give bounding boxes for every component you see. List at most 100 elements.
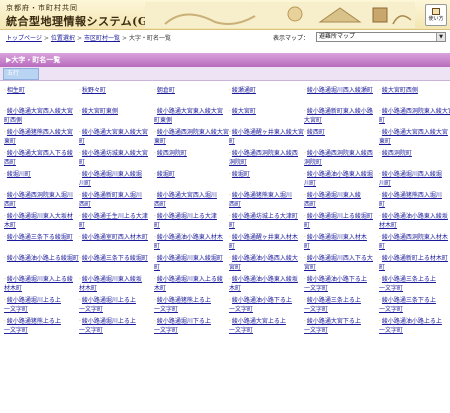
town-link[interactable]: ·朝倉町 bbox=[154, 86, 229, 95]
town-link[interactable]: ·綾西洞院町 bbox=[379, 149, 450, 158]
town-link[interactable]: ·綾小路通坊城東入綾大宮町 bbox=[79, 149, 154, 167]
town-link[interactable]: ·綾小路通大宮東入綾大宮町 bbox=[79, 128, 154, 146]
town-link[interactable]: ·相生町 bbox=[4, 86, 79, 95]
town-link[interactable]: ·綾小路通三条下る綾堀町 bbox=[4, 233, 79, 242]
town-link[interactable]: ·綾小路通堀川東入綾堀 川町 bbox=[79, 170, 154, 188]
bullet-icon: · bbox=[154, 276, 156, 283]
town-link[interactable]: ·綾大宮町 bbox=[229, 107, 304, 116]
town-name: 町 bbox=[154, 264, 161, 271]
town-link[interactable]: ·綾小路通大宮西入綾大宮 東町 bbox=[379, 128, 450, 146]
breadcrumb-municipality-list[interactable]: 市区町村一覧 bbox=[84, 35, 120, 42]
town-link[interactable]: ·綾小路通油小路上る上 一文字町 bbox=[379, 317, 450, 335]
town-link[interactable]: ·綾小路通堀川東入上る綾 材木町 bbox=[4, 275, 79, 293]
town-link[interactable]: ·綾西町 bbox=[304, 128, 379, 137]
town-link[interactable]: ·綾小路通大宮西入綾大宮 町西側 bbox=[4, 107, 79, 125]
town-link[interactable]: ·綾小路通西洞院東入綾大宮 東町 bbox=[154, 128, 229, 146]
town-link[interactable]: ·綾小路通醒ヶ井東入綾大宮町 bbox=[229, 128, 304, 146]
town-name: 一文字町 bbox=[229, 306, 254, 313]
town-name: 材木町 bbox=[4, 285, 23, 292]
chevron-down-icon[interactable]: ▼ bbox=[436, 33, 445, 41]
town-link[interactable]: ·綾小路通油小路東入材木町 bbox=[154, 233, 229, 251]
town-link[interactable]: ·綾堀町 bbox=[154, 170, 229, 179]
town-name: 木町 bbox=[4, 222, 17, 229]
town-link[interactable]: ·綾小路通新町上る材木町町 bbox=[379, 254, 450, 272]
town-link[interactable]: ·綾小路通油小路東入綾坂 材木町 bbox=[379, 212, 450, 230]
town-link[interactable]: ·綾小路通西洞院東入綾西 洞院町 bbox=[304, 149, 379, 167]
town-link[interactable]: ·綾小路通堀川東入大坂材 木町 bbox=[4, 212, 79, 230]
town-link[interactable]: ·綾小路通猪熊東入堀川 西町 bbox=[229, 191, 304, 209]
town-link[interactable]: ·綾小路通三条上る上 一文字町 bbox=[304, 296, 379, 314]
town-link[interactable]: ·綾小路通堀川西入綾瀬町 bbox=[304, 86, 379, 95]
help-button[interactable]: 使い方 bbox=[425, 4, 447, 26]
bullet-icon: · bbox=[4, 129, 6, 136]
bullet-icon: · bbox=[79, 318, 81, 325]
town-link[interactable]: ·綾小路通西洞院東入綾大宮町 bbox=[379, 107, 450, 125]
town-name: 綾小路通油小路下る上 bbox=[231, 297, 292, 304]
town-link[interactable]: ·綾小路通新町東入堀川 西町 bbox=[79, 191, 154, 209]
town-link[interactable]: ·綾大宮町東側 bbox=[79, 107, 154, 116]
town-link[interactable]: ·綾小路通堀川東入綾坂 材木町 bbox=[79, 275, 154, 293]
town-link[interactable]: ·綾小路通油小路東入綾堀 川町 bbox=[304, 170, 379, 188]
town-link[interactable]: ·綾小路通堀川西入下る大 宮町 bbox=[304, 254, 379, 272]
town-link[interactable]: ·綾小路通堀川東入材木町 bbox=[304, 233, 379, 251]
town-name: 綾小路通坊城東入綾大宮 bbox=[81, 150, 148, 157]
bullet-icon: · bbox=[229, 276, 231, 283]
town-link[interactable]: ·綾小路通三条下る綾堀町 bbox=[79, 254, 154, 263]
town-link[interactable]: ·綾小路通三条下る上 一文字町 bbox=[379, 296, 450, 314]
town-link[interactable]: ·綾小路通油小路下る上 一文字町 bbox=[304, 275, 379, 293]
town-link[interactable]: ·綾堀川町 bbox=[4, 170, 79, 179]
town-name: 材木町 bbox=[379, 222, 398, 229]
town-link[interactable]: ·綾小路通堀川下る上 一文字町 bbox=[154, 317, 229, 335]
town-link[interactable]: ·綾小路通壬生川上る大津町 bbox=[79, 212, 154, 230]
town-link[interactable]: ·綾小路通堀川西入綾堀 川町 bbox=[379, 170, 450, 188]
tab-active[interactable]: 五行 bbox=[3, 68, 39, 80]
town-link[interactable]: ·綾小路通堀川東入綾 西町 bbox=[304, 191, 379, 209]
town-name: 綾小路通壬生川上る大津 bbox=[81, 213, 148, 220]
town-link[interactable]: ·綾小路通猪熊西入堀川町 bbox=[379, 191, 450, 209]
town-link[interactable]: ·綾小路通堀川上る綾堀町町 bbox=[304, 212, 379, 230]
town-link[interactable]: ·綾小路通堀川上る上 一文字町 bbox=[79, 296, 154, 314]
town-link[interactable]: ·綾小路通猪熊上る上 一文字町 bbox=[4, 317, 79, 335]
town-link[interactable]: ·綾小路通新町東入綾小路 大宮町 bbox=[304, 107, 379, 125]
town-link[interactable]: ·綾堀町 bbox=[229, 170, 304, 179]
town-link[interactable]: ·綾小路通西洞院東入綾西 洞院町 bbox=[229, 149, 304, 167]
town-link[interactable]: ·綾小路通大宮上る上 一文字町 bbox=[229, 317, 304, 335]
town-name: 川町 bbox=[79, 180, 92, 187]
bullet-icon: · bbox=[154, 255, 156, 262]
town-link[interactable]: ·綾瀬通町 bbox=[229, 86, 304, 95]
town-link[interactable]: ·綾小路通油小路西入綾大 宮町 bbox=[229, 254, 304, 272]
town-link[interactable]: ·綾小路通大宮下る上 一文字町 bbox=[304, 317, 379, 335]
town-name: 一文字町 bbox=[304, 306, 329, 313]
breadcrumb-top[interactable]: トップページ bbox=[6, 35, 42, 42]
town-link[interactable]: ·綾小路通猪熊上る上 一文字町 bbox=[154, 296, 229, 314]
town-link[interactable]: ·綾小路通大宮東入綾大宮 町東側 bbox=[154, 107, 229, 125]
town-name: 綾小路通西洞院東入材木 bbox=[381, 234, 448, 241]
town-link[interactable]: ·綾小路通室町西入材木町 bbox=[79, 233, 154, 242]
town-link[interactable]: ·綾小路通醒ヶ井東入材木町 bbox=[229, 233, 304, 251]
town-link[interactable]: ·綾小路通堀川上る大津町 bbox=[154, 212, 229, 230]
bullet-icon: · bbox=[79, 255, 81, 262]
town-name: 綾小路通西洞院東入綾大宮 bbox=[156, 129, 229, 136]
breadcrumb-location[interactable]: 位置選択 bbox=[51, 35, 75, 42]
town-link[interactable]: ·綾小路通堀川上る上 一文字町 bbox=[79, 317, 154, 335]
town-link[interactable]: ·綾小路通大宮西入堀川 西町 bbox=[154, 191, 229, 209]
town-name: 町 bbox=[79, 159, 86, 166]
town-link[interactable]: ·綾小路通坊城上る大津町町 bbox=[229, 212, 304, 230]
town-link[interactable]: ·綾大宮町西側 bbox=[379, 86, 450, 95]
town-link[interactable]: ·綾小路通大宮西入下る綾 西町 bbox=[4, 149, 79, 167]
town-link[interactable]: ·綾小路通三条上る上 一文字町 bbox=[379, 275, 450, 293]
town-link[interactable]: ·綾小路通堀川上る上 一文字町 bbox=[4, 296, 79, 314]
town-link[interactable]: ·綾小路通油小路下る上 一文字町 bbox=[229, 296, 304, 314]
town-link[interactable]: ·綾小路通猪熊西入綾大宮 東町 bbox=[4, 128, 79, 146]
map-selector[interactable]: 避難所マップ ▼ bbox=[316, 32, 446, 42]
town-link[interactable]: ·綾小路通油小路上る綾堀町 bbox=[4, 254, 79, 263]
town-name: 綾小路通三条下る綾堀町 bbox=[6, 234, 73, 241]
town-link[interactable]: ·綾小路通堀川東入上る綾 木町 bbox=[154, 275, 229, 293]
town-link[interactable]: ·秋野々町 bbox=[79, 86, 154, 95]
bullet-icon: · bbox=[4, 255, 6, 262]
town-link[interactable]: ·綾小路通西洞院東入材木町 bbox=[379, 233, 450, 251]
town-link[interactable]: ·綾小路通堀川東入綾堀町町 bbox=[154, 254, 229, 272]
town-link[interactable]: ·綾西洞院町 bbox=[154, 149, 229, 158]
town-link[interactable]: ·綾小路通油小路東入綾坂 木町 bbox=[229, 275, 304, 293]
town-link[interactable]: ·綾小路通西洞院東入堀川 西町 bbox=[4, 191, 79, 209]
